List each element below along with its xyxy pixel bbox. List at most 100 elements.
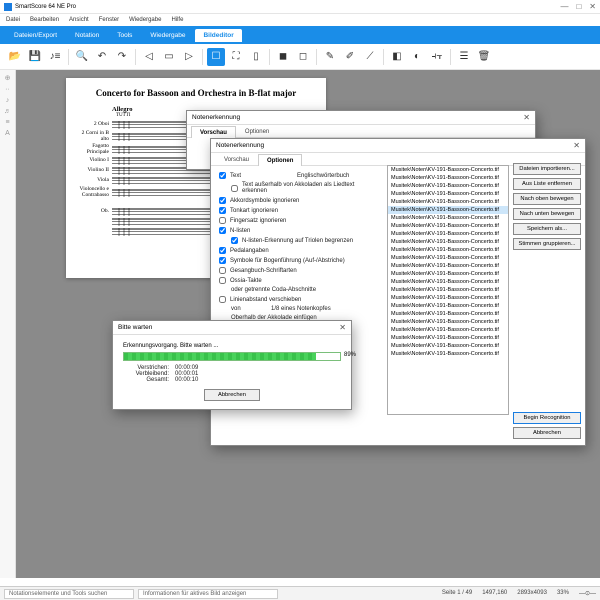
redo-icon[interactable]: ↷ bbox=[113, 48, 131, 66]
file-list-item[interactable]: Musitek\Noten\KV-191-Bassoon-Concerto.ti… bbox=[388, 294, 508, 302]
file-list-item[interactable]: Musitek\Noten\KV-191-Bassoon-Concerto.ti… bbox=[388, 238, 508, 246]
file-list-item[interactable]: Musitek\Noten\KV-191-Bassoon-Concerto.ti… bbox=[388, 270, 508, 278]
palette-item[interactable]: A bbox=[5, 130, 10, 137]
file-list-item[interactable]: Musitek\Noten\KV-191-Bassoon-Concerto.ti… bbox=[388, 278, 508, 286]
draw-icon[interactable]: ✎ bbox=[321, 48, 339, 66]
palette-item[interactable]: ≡ bbox=[5, 119, 9, 126]
trash-icon[interactable]: 🗑 bbox=[475, 48, 493, 66]
close-button[interactable]: ✕ bbox=[589, 2, 596, 11]
file-list-item[interactable]: Musitek\Noten\KV-191-Bassoon-Concerto.ti… bbox=[388, 198, 508, 206]
ocr-icon[interactable]: ♪≡ bbox=[46, 48, 64, 66]
tab-notation[interactable]: Notation bbox=[67, 29, 107, 42]
save-icon[interactable]: 💾 bbox=[26, 48, 44, 66]
menu-wiedergabe[interactable]: Wiedergabe bbox=[129, 17, 161, 23]
file-list-item[interactable]: Musitek\Noten\KV-191-Bassoon-Concerto.ti… bbox=[388, 318, 508, 326]
crop-icon[interactable]: ⛶ bbox=[227, 48, 245, 66]
palette-item[interactable]: ♬ bbox=[4, 108, 11, 115]
file-list-item[interactable]: Musitek\Noten\KV-191-Bassoon-Concerto.ti… bbox=[388, 254, 508, 262]
file-list-item[interactable]: Musitek\Noten\KV-191-Bassoon-Concerto.ti… bbox=[388, 222, 508, 230]
move-down-button[interactable]: Nach unten bewegen bbox=[513, 208, 581, 220]
close-icon[interactable]: ✕ bbox=[339, 323, 346, 332]
minimize-button[interactable]: — bbox=[560, 2, 568, 11]
file-list[interactable]: Musitek\Noten\KV-191-Bassoon-Concerto.ti… bbox=[387, 165, 509, 415]
file-list-item[interactable]: Musitek\Noten\KV-191-Bassoon-Concerto.ti… bbox=[388, 166, 508, 174]
file-list-item[interactable]: Musitek\Noten\KV-191-Bassoon-Concerto.ti… bbox=[388, 262, 508, 270]
chk-nlisten[interactable] bbox=[219, 227, 226, 234]
erase-icon[interactable]: ✐ bbox=[341, 48, 359, 66]
zoom-slider[interactable]: —⊙— bbox=[579, 590, 596, 597]
notehead-frac-combo[interactable]: 1/8 eines Notenkopfes bbox=[271, 306, 361, 312]
open-icon[interactable]: 📂 bbox=[6, 48, 24, 66]
file-list-item[interactable]: Musitek\Noten\KV-191-Bassoon-Concerto.ti… bbox=[388, 174, 508, 182]
chk-ossia[interactable] bbox=[219, 277, 226, 284]
chk-tonart[interactable] bbox=[219, 207, 226, 214]
file-list-item[interactable]: Musitek\Noten\KV-191-Bassoon-Concerto.ti… bbox=[388, 182, 508, 190]
move-up-button[interactable]: Nach oben bewegen bbox=[513, 193, 581, 205]
menu-bearbeiten[interactable]: Bearbeiten bbox=[30, 17, 59, 23]
undo-icon[interactable]: ↶ bbox=[93, 48, 111, 66]
tab-dateien[interactable]: Dateien/Export bbox=[6, 29, 65, 42]
zoom-level[interactable]: 33% bbox=[557, 590, 569, 597]
page-icon[interactable]: ▭ bbox=[160, 48, 178, 66]
tab-wiedergabe[interactable]: Wiedergabe bbox=[142, 29, 193, 42]
doc-icon[interactable]: ▯ bbox=[247, 48, 265, 66]
page-next-icon[interactable]: ▷ bbox=[180, 48, 198, 66]
file-list-item[interactable]: Musitek\Noten\KV-191-Bassoon-Concerto.ti… bbox=[388, 206, 508, 214]
dict-combo[interactable]: Englischwörterbuch bbox=[297, 173, 375, 179]
image-canvas[interactable]: Concerto for Bassoon and Orchestra in B-… bbox=[16, 70, 600, 578]
select-tool-icon[interactable]: ☐ bbox=[207, 48, 225, 66]
chk-chordsym[interactable] bbox=[219, 197, 226, 204]
contrast-icon[interactable]: ◐ bbox=[408, 48, 426, 66]
search-box[interactable]: Notationselemente und Tools suchen bbox=[4, 589, 134, 599]
maximize-button[interactable]: □ bbox=[576, 2, 581, 11]
file-list-item[interactable]: Musitek\Noten\KV-191-Bassoon-Concerto.ti… bbox=[388, 310, 508, 318]
chk-pedal[interactable] bbox=[219, 247, 226, 254]
begin-recognition-button[interactable]: Begin Recognition bbox=[513, 412, 581, 424]
remove-button[interactable]: Aus Liste entfernen bbox=[513, 178, 581, 190]
import-button[interactable]: Dateien importieren... bbox=[513, 163, 581, 175]
tab-optionen[interactable]: Optionen bbox=[236, 125, 278, 137]
line-icon[interactable]: ⟋ bbox=[361, 48, 379, 66]
chk-bogen[interactable] bbox=[219, 257, 226, 264]
page-prev-icon[interactable]: ◁ bbox=[140, 48, 158, 66]
split-icon[interactable]: ⫞⫟ bbox=[428, 48, 446, 66]
group-voices-button[interactable]: Stimmen gruppieren... bbox=[513, 238, 581, 250]
close-icon[interactable]: ✕ bbox=[573, 141, 580, 150]
file-list-item[interactable]: Musitek\Noten\KV-191-Bassoon-Concerto.ti… bbox=[388, 190, 508, 198]
tab-vorschau[interactable]: Vorschau bbox=[215, 153, 258, 165]
menu-hilfe[interactable]: Hilfe bbox=[171, 17, 183, 23]
file-list-item[interactable]: Musitek\Noten\KV-191-Bassoon-Concerto.ti… bbox=[388, 230, 508, 238]
chk-finger[interactable] bbox=[219, 217, 226, 224]
palette-item[interactable]: ·· bbox=[5, 86, 10, 93]
chk-nlisten-tri[interactable] bbox=[231, 237, 238, 244]
palette-item[interactable]: ♪ bbox=[6, 97, 10, 104]
palette-item[interactable]: ⊕ bbox=[5, 74, 11, 82]
menu-ansicht[interactable]: Ansicht bbox=[69, 17, 89, 23]
file-list-item[interactable]: Musitek\Noten\KV-191-Bassoon-Concerto.ti… bbox=[388, 334, 508, 342]
chk-text[interactable] bbox=[219, 172, 226, 179]
chk-text-outside[interactable] bbox=[231, 185, 238, 192]
deskew-icon[interactable]: ◧ bbox=[388, 48, 406, 66]
tab-optionen[interactable]: Optionen bbox=[258, 154, 302, 166]
menu-fenster[interactable]: Fenster bbox=[99, 17, 119, 23]
file-list-item[interactable]: Musitek\Noten\KV-191-Bassoon-Concerto.ti… bbox=[388, 350, 508, 358]
chk-gesang[interactable] bbox=[219, 267, 226, 274]
chk-lineoff[interactable] bbox=[219, 296, 226, 303]
whiteout-icon[interactable]: ◻ bbox=[294, 48, 312, 66]
menu-datei[interactable]: Datei bbox=[6, 17, 20, 23]
tab-tools[interactable]: Tools bbox=[109, 29, 140, 42]
file-list-item[interactable]: Musitek\Noten\KV-191-Bassoon-Concerto.ti… bbox=[388, 286, 508, 294]
cancel-button[interactable]: Abbrechen bbox=[204, 389, 260, 401]
file-list-item[interactable]: Musitek\Noten\KV-191-Bassoon-Concerto.ti… bbox=[388, 302, 508, 310]
threshold-icon[interactable]: ☰ bbox=[455, 48, 473, 66]
file-list-item[interactable]: Musitek\Noten\KV-191-Bassoon-Concerto.ti… bbox=[388, 214, 508, 222]
close-icon[interactable]: ✕ bbox=[523, 113, 530, 122]
tab-vorschau[interactable]: Vorschau bbox=[191, 126, 236, 138]
file-list-item[interactable]: Musitek\Noten\KV-191-Bassoon-Concerto.ti… bbox=[388, 342, 508, 350]
cancel-button[interactable]: Abbrechen bbox=[513, 427, 581, 439]
save-as-button[interactable]: Speichern als... bbox=[513, 223, 581, 235]
zoom-icon[interactable]: 🔍 bbox=[73, 48, 91, 66]
blackout-icon[interactable]: ◼ bbox=[274, 48, 292, 66]
tab-bildeditor[interactable]: Bildeditor bbox=[195, 29, 241, 42]
file-list-item[interactable]: Musitek\Noten\KV-191-Bassoon-Concerto.ti… bbox=[388, 246, 508, 254]
